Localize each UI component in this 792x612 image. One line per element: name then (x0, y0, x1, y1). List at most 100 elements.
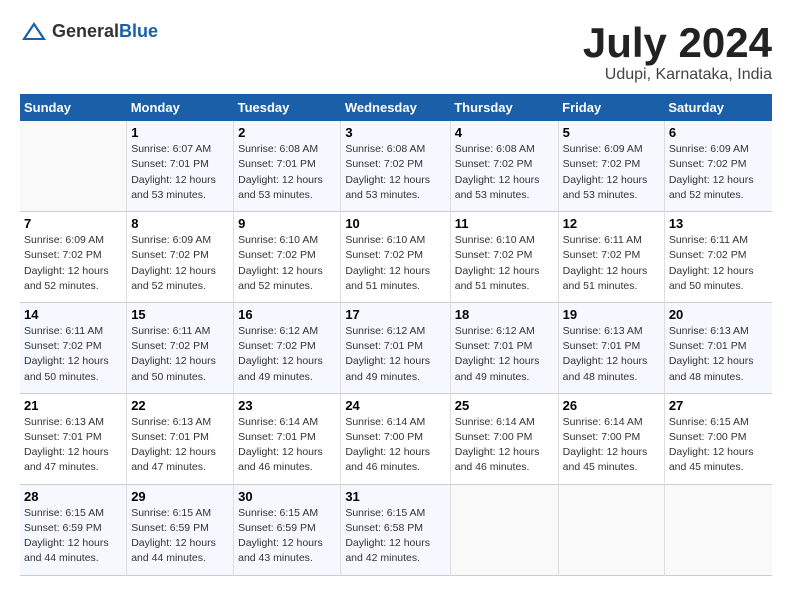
day-info: Sunrise: 6:09 AM Sunset: 7:02 PM Dayligh… (563, 142, 660, 203)
calendar-cell: 27 Sunrise: 6:15 AM Sunset: 7:00 PM Dayli… (664, 393, 772, 484)
day-number: 10 (345, 216, 445, 231)
calendar-cell: 10 Sunrise: 6:10 AM Sunset: 7:02 PM Dayli… (341, 212, 450, 303)
day-info: Sunrise: 6:09 AM Sunset: 7:02 PM Dayligh… (669, 142, 768, 203)
day-number: 30 (238, 489, 336, 504)
day-info: Sunrise: 6:15 AM Sunset: 7:00 PM Dayligh… (669, 415, 768, 476)
day-number: 15 (131, 307, 229, 322)
calendar-cell: 31 Sunrise: 6:15 AM Sunset: 6:58 PM Dayli… (341, 484, 450, 575)
day-number: 8 (131, 216, 229, 231)
day-info: Sunrise: 6:14 AM Sunset: 7:00 PM Dayligh… (563, 415, 660, 476)
day-info: Sunrise: 6:07 AM Sunset: 7:01 PM Dayligh… (131, 142, 229, 203)
calendar-cell: 2 Sunrise: 6:08 AM Sunset: 7:01 PM Daylig… (234, 121, 341, 211)
day-info: Sunrise: 6:10 AM Sunset: 7:02 PM Dayligh… (455, 233, 554, 294)
calendar-cell: 24 Sunrise: 6:14 AM Sunset: 7:00 PM Dayli… (341, 393, 450, 484)
location-title: Udupi, Karnataka, India (583, 66, 772, 84)
day-number: 31 (345, 489, 445, 504)
calendar-cell: 1Sunrise: 6:07 AM Sunset: 7:01 PM Daylig… (127, 121, 234, 211)
day-number: 27 (669, 398, 768, 413)
weekday-header: Wednesday (341, 94, 450, 121)
day-number: 19 (563, 307, 660, 322)
day-number: 26 (563, 398, 660, 413)
calendar-cell: 15 Sunrise: 6:11 AM Sunset: 7:02 PM Dayli… (127, 302, 234, 393)
day-number: 5 (563, 125, 660, 140)
weekday-header: Monday (127, 94, 234, 121)
calendar-cell: 21Sunrise: 6:13 AM Sunset: 7:01 PM Dayli… (20, 393, 127, 484)
day-info: Sunrise: 6:09 AM Sunset: 7:02 PM Dayligh… (24, 233, 122, 294)
day-number: 16 (238, 307, 336, 322)
calendar-cell: 11 Sunrise: 6:10 AM Sunset: 7:02 PM Dayli… (450, 212, 558, 303)
calendar-cell: 14 Sunrise: 6:11 AM Sunset: 7:02 PM Dayli… (20, 302, 127, 393)
day-info: Sunrise: 6:15 AM Sunset: 6:58 PM Dayligh… (345, 506, 445, 567)
weekday-header: Tuesday (234, 94, 341, 121)
calendar-cell: 9 Sunrise: 6:10 AM Sunset: 7:02 PM Daylig… (234, 212, 341, 303)
calendar-cell: 22 Sunrise: 6:13 AM Sunset: 7:01 PM Dayli… (127, 393, 234, 484)
logo-icon (20, 20, 48, 42)
day-info: Sunrise: 6:14 AM Sunset: 7:00 PM Dayligh… (455, 415, 554, 476)
day-number: 25 (455, 398, 554, 413)
day-number: 23 (238, 398, 336, 413)
calendar-cell (20, 121, 127, 211)
day-number: 12 (563, 216, 660, 231)
calendar-cell: 8 Sunrise: 6:09 AM Sunset: 7:02 PM Daylig… (127, 212, 234, 303)
calendar-cell: 13 Sunrise: 6:11 AM Sunset: 7:02 PM Dayli… (664, 212, 772, 303)
day-info: Sunrise: 6:12 AM Sunset: 7:01 PM Dayligh… (345, 324, 445, 385)
calendar-cell: 20 Sunrise: 6:13 AM Sunset: 7:01 PM Dayli… (664, 302, 772, 393)
day-number: 29 (131, 489, 229, 504)
calendar-cell: 18 Sunrise: 6:12 AM Sunset: 7:01 PM Dayli… (450, 302, 558, 393)
day-info: Sunrise: 6:10 AM Sunset: 7:02 PM Dayligh… (238, 233, 336, 294)
day-info: Sunrise: 6:09 AM Sunset: 7:02 PM Dayligh… (131, 233, 229, 294)
day-number: 22 (131, 398, 229, 413)
day-number: 9 (238, 216, 336, 231)
calendar-cell: 29Sunrise: 6:15 AM Sunset: 6:59 PM Dayli… (127, 484, 234, 575)
day-number: 7 (24, 216, 122, 231)
calendar-cell (664, 484, 772, 575)
calendar-cell: 25 Sunrise: 6:14 AM Sunset: 7:00 PM Dayli… (450, 393, 558, 484)
calendar-cell: 5 Sunrise: 6:09 AM Sunset: 7:02 PM Daylig… (558, 121, 664, 211)
calendar-cell: 6Sunrise: 6:09 AM Sunset: 7:02 PM Daylig… (664, 121, 772, 211)
calendar-cell: 7 Sunrise: 6:09 AM Sunset: 7:02 PM Daylig… (20, 212, 127, 303)
day-info: Sunrise: 6:12 AM Sunset: 7:01 PM Dayligh… (455, 324, 554, 385)
calendar-cell: 26 Sunrise: 6:14 AM Sunset: 7:00 PM Dayli… (558, 393, 664, 484)
calendar-cell: 12 Sunrise: 6:11 AM Sunset: 7:02 PM Dayli… (558, 212, 664, 303)
day-number: 3 (345, 125, 445, 140)
day-info: Sunrise: 6:11 AM Sunset: 7:02 PM Dayligh… (563, 233, 660, 294)
calendar-cell: 16Sunrise: 6:12 AM Sunset: 7:02 PM Dayli… (234, 302, 341, 393)
day-info: Sunrise: 6:08 AM Sunset: 7:01 PM Dayligh… (238, 142, 336, 203)
day-number: 17 (345, 307, 445, 322)
logo-general: General (52, 21, 119, 41)
day-number: 4 (455, 125, 554, 140)
calendar-cell: 30Sunrise: 6:15 AM Sunset: 6:59 PM Dayli… (234, 484, 341, 575)
day-number: 20 (669, 307, 768, 322)
day-number: 2 (238, 125, 336, 140)
calendar-table: SundayMondayTuesdayWednesdayThursdayFrid… (20, 94, 772, 575)
day-number: 11 (455, 216, 554, 231)
weekday-header: Friday (558, 94, 664, 121)
day-number: 21 (24, 398, 122, 413)
day-number: 28 (24, 489, 122, 504)
day-number: 13 (669, 216, 768, 231)
calendar-cell (558, 484, 664, 575)
day-info: Sunrise: 6:11 AM Sunset: 7:02 PM Dayligh… (669, 233, 768, 294)
day-info: Sunrise: 6:13 AM Sunset: 7:01 PM Dayligh… (669, 324, 768, 385)
day-info: Sunrise: 6:13 AM Sunset: 7:01 PM Dayligh… (563, 324, 660, 385)
day-info: Sunrise: 6:08 AM Sunset: 7:02 PM Dayligh… (455, 142, 554, 203)
calendar-cell: 17 Sunrise: 6:12 AM Sunset: 7:01 PM Dayli… (341, 302, 450, 393)
calendar-cell: 23Sunrise: 6:14 AM Sunset: 7:01 PM Dayli… (234, 393, 341, 484)
day-info: Sunrise: 6:13 AM Sunset: 7:01 PM Dayligh… (131, 415, 229, 476)
weekday-header: Saturday (664, 94, 772, 121)
day-number: 14 (24, 307, 122, 322)
weekday-header: Thursday (450, 94, 558, 121)
calendar-cell: 19 Sunrise: 6:13 AM Sunset: 7:01 PM Dayli… (558, 302, 664, 393)
day-info: Sunrise: 6:11 AM Sunset: 7:02 PM Dayligh… (24, 324, 122, 385)
day-number: 18 (455, 307, 554, 322)
calendar-cell: 28 Sunrise: 6:15 AM Sunset: 6:59 PM Dayli… (20, 484, 127, 575)
day-info: Sunrise: 6:15 AM Sunset: 6:59 PM Dayligh… (24, 506, 122, 567)
calendar-cell: 3 Sunrise: 6:08 AM Sunset: 7:02 PM Daylig… (341, 121, 450, 211)
day-info: Sunrise: 6:14 AM Sunset: 7:00 PM Dayligh… (345, 415, 445, 476)
page-header: GeneralBlue July 2024 Udupi, Karnataka, … (20, 20, 772, 84)
day-info: Sunrise: 6:08 AM Sunset: 7:02 PM Dayligh… (345, 142, 445, 203)
weekday-header: Sunday (20, 94, 127, 121)
day-info: Sunrise: 6:10 AM Sunset: 7:02 PM Dayligh… (345, 233, 445, 294)
day-number: 24 (345, 398, 445, 413)
day-info: Sunrise: 6:11 AM Sunset: 7:02 PM Dayligh… (131, 324, 229, 385)
